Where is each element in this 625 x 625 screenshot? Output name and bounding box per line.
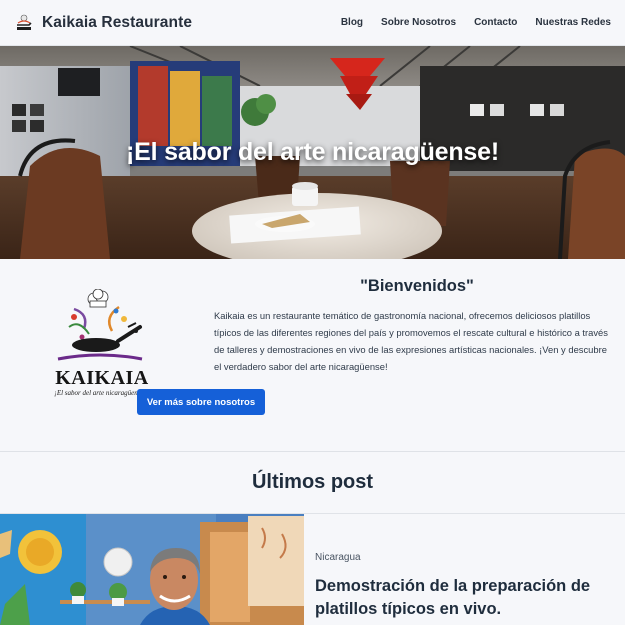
brand-logo-icon <box>17 14 32 30</box>
welcome-title: "Bienvenidos" <box>360 277 474 295</box>
nav-link-contacto[interactable]: Contacto <box>465 17 526 28</box>
welcome-description: Kaikaia es un restaurante temático de ga… <box>214 310 608 372</box>
posts-header: Últimos post <box>0 452 625 514</box>
nav-link-blog[interactable]: Blog <box>332 17 372 28</box>
posts-title: Últimos post <box>251 471 374 493</box>
brand[interactable]: Kaikaia Restaurante <box>14 13 192 33</box>
about-us-button[interactable]: Ver más sobre nosotros <box>137 389 265 415</box>
post-category[interactable]: Nicaragua <box>315 552 615 563</box>
chef-pan-logo-icon <box>57 289 143 361</box>
post-card[interactable]: Nicaragua Demostración de la preparación… <box>0 514 625 625</box>
hero-banner: ¡El sabor del arte nicaragüense! <box>0 46 625 259</box>
nav-link-nuestras-redes[interactable]: Nuestras Redes <box>526 17 611 28</box>
nav-link-sobre-nosotros[interactable]: Sobre Nosotros <box>372 17 465 28</box>
post-photo-image <box>0 514 304 625</box>
welcome-content: "Bienvenidos" Kaikaia es un restaurante … <box>214 277 616 375</box>
welcome-section: KAIKAIA ¡El sabor del arte nicaragüense!… <box>0 259 625 452</box>
post-image[interactable] <box>0 514 304 625</box>
hero-title: ¡El sabor del arte nicaragüense! <box>126 138 499 166</box>
post-body: Nicaragua Demostración de la preparación… <box>315 514 615 621</box>
brand-name: Kaikaia Restaurante <box>42 13 193 31</box>
nav-links: Blog Sobre Nosotros Contacto Nuestras Re… <box>332 17 611 28</box>
post-title[interactable]: Demostración de la preparación de platil… <box>315 575 615 621</box>
kaikaia-logo: KAIKAIA ¡El sabor del arte nicaragüense! <box>44 289 156 399</box>
logo-wordmark: KAIKAIA <box>55 367 149 389</box>
navbar: Kaikaia Restaurante Blog Sobre Nosotros … <box>0 0 625 46</box>
